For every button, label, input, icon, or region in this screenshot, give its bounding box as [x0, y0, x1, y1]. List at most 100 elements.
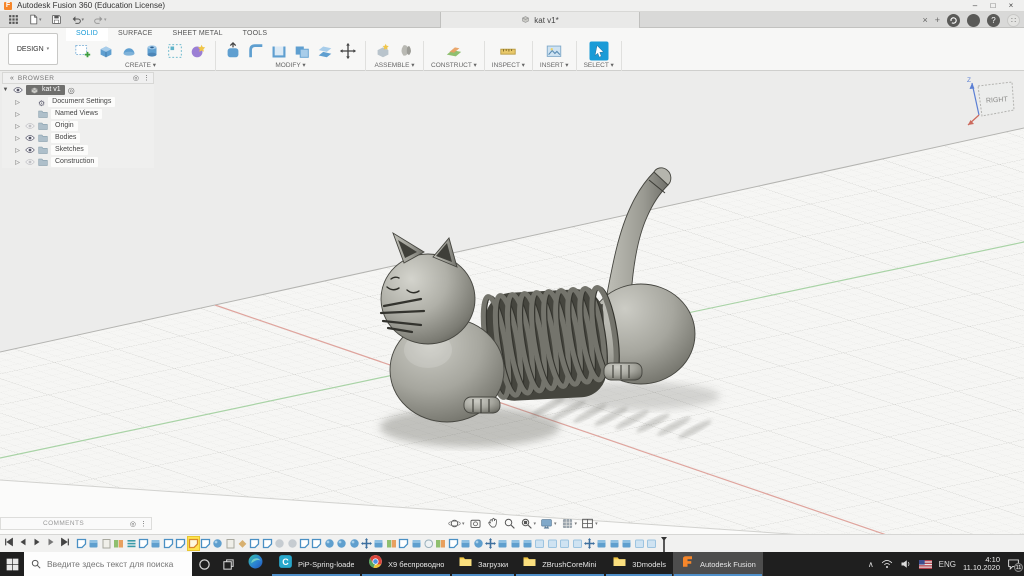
create-form-icon[interactable]: [188, 41, 208, 61]
timeline-feature-doc-3[interactable]: [101, 537, 112, 550]
construction-plane-icon[interactable]: [444, 41, 464, 61]
group-label-insert[interactable]: INSERT ▾: [540, 61, 569, 71]
timeline-feature-light-38[interactable]: [534, 537, 545, 550]
zoom-icon[interactable]: [503, 517, 516, 530]
taskbar-app-chrome[interactable]: X9 беспроводной ...: [361, 552, 451, 576]
expander-icon[interactable]: ▷: [14, 123, 21, 130]
comments-panel[interactable]: COMMENTS ◎ ⋮: [0, 517, 152, 530]
browser-item-construction[interactable]: ▷Construction: [2, 156, 154, 168]
comments-menu-icon[interactable]: ⋮: [140, 520, 147, 528]
look-at-icon[interactable]: [469, 517, 482, 530]
timeline-feature-sphere-12[interactable]: [212, 537, 223, 550]
item-label[interactable]: Named Views: [51, 109, 102, 119]
timeline-feature-move-24[interactable]: [361, 537, 372, 550]
timeline-feature-solid-32[interactable]: [460, 537, 471, 550]
file-new-icon[interactable]: ▾: [28, 14, 42, 25]
item-label[interactable]: Construction: [51, 157, 98, 167]
timeline-feature-sketch-27[interactable]: [398, 537, 409, 550]
item-label[interactable]: Sketches: [51, 145, 88, 155]
timeline-step-forward-button[interactable]: [46, 535, 56, 553]
timeline-feature-sphere-23[interactable]: [349, 537, 360, 550]
timeline-feature-sphere-22[interactable]: [336, 537, 347, 550]
language-label[interactable]: ENG: [939, 560, 956, 569]
timeline-feature-pencil-14[interactable]: [237, 537, 248, 550]
taskbar-search[interactable]: [24, 552, 192, 576]
item-label[interactable]: Bodies: [51, 133, 80, 143]
timeline-feature-solid-35[interactable]: [497, 537, 508, 550]
browser-root-item[interactable]: ▼kat v1◎: [2, 84, 154, 96]
new-tab-icon[interactable]: +: [935, 15, 940, 25]
apps-grid-icon[interactable]: [8, 14, 19, 25]
taskbar-clock[interactable]: 4:10 11.10.2020: [963, 556, 1000, 573]
notification-center-icon[interactable]: 11: [1007, 558, 1020, 570]
timeline-step-back-button[interactable]: [18, 535, 28, 553]
avatar[interactable]: [967, 14, 980, 27]
ribbon-tab-solid[interactable]: SOLID: [66, 28, 108, 41]
timeline-feature-light-46[interactable]: [634, 537, 645, 550]
timeline-skip-start-button[interactable]: [4, 535, 14, 553]
taskbar-app-cura[interactable]: CPiP-Spring-loaded_...: [271, 552, 361, 576]
timeline-feature-sphere-21[interactable]: [324, 537, 335, 550]
expander-icon[interactable]: ▷: [14, 111, 21, 118]
timeline-feature-solid-36[interactable]: [510, 537, 521, 550]
collapse-panel-icon[interactable]: «: [10, 75, 14, 82]
fillet-icon[interactable]: [246, 41, 266, 61]
visibility-eye-icon[interactable]: [24, 158, 35, 166]
timeline-feature-solid-45[interactable]: [621, 537, 632, 550]
start-button[interactable]: [0, 552, 24, 576]
ribbon-tab-sheet-metal[interactable]: SHEET METAL: [162, 28, 232, 41]
select-icon[interactable]: [589, 41, 609, 61]
browser-item-origin[interactable]: ▷Origin: [2, 120, 154, 132]
ground-component-icon[interactable]: ◎: [68, 86, 75, 95]
taskbar-app-edge[interactable]: [240, 552, 271, 576]
timeline-feature-light-41[interactable]: [572, 537, 583, 550]
visibility-eye-icon[interactable]: [12, 86, 23, 94]
redo-icon[interactable]: ▾: [93, 14, 107, 25]
group-label-construct[interactable]: CONSTRUCT ▾: [431, 61, 477, 71]
timeline-feature-solid-7[interactable]: [150, 537, 161, 550]
timeline-feature-lines-5[interactable]: [126, 537, 137, 550]
offset-face-icon[interactable]: [315, 41, 335, 61]
viewports-icon[interactable]: ▾: [581, 517, 598, 530]
timeline-feature-sketch-6[interactable]: [138, 537, 149, 550]
minimize-button[interactable]: –: [966, 1, 984, 10]
timeline-play-button[interactable]: [32, 535, 42, 553]
visibility-eye-icon[interactable]: [24, 122, 35, 130]
view-cube[interactable]: RIGHT Z: [960, 76, 1020, 131]
item-label[interactable]: Document Settings: [48, 97, 115, 107]
timeline-feature-sketch-15[interactable]: [249, 537, 260, 550]
hole-icon[interactable]: [142, 41, 162, 61]
cortana-icon[interactable]: [192, 552, 216, 576]
timeline-feature-sketch-19[interactable]: [299, 537, 310, 550]
visibility-eye-icon[interactable]: [24, 146, 35, 154]
timeline-feature-move-34[interactable]: [485, 537, 496, 550]
taskbar-app-folder[interactable]: Загрузки: [451, 552, 515, 576]
browser-item-named-views[interactable]: ▷ Named Views: [2, 108, 154, 120]
extensions-icon[interactable]: ∷: [1007, 14, 1020, 27]
group-label-inspect[interactable]: INSPECT ▾: [492, 61, 525, 71]
timeline-feature-gray-18[interactable]: [287, 537, 298, 550]
move-copy-icon[interactable]: [338, 41, 358, 61]
insert-image-icon[interactable]: [544, 41, 564, 61]
timeline-skip-end-button[interactable]: [60, 535, 70, 553]
timeline-feature-solid-2[interactable]: [88, 537, 99, 550]
volume-icon[interactable]: [900, 559, 912, 569]
timeline-playhead[interactable]: [660, 536, 668, 552]
tray-chevron-icon[interactable]: ∧: [868, 560, 874, 569]
timeline-feature-sketch-31[interactable]: [448, 537, 459, 550]
grid-settings-icon[interactable]: ▾: [561, 517, 578, 530]
save-icon[interactable]: [51, 14, 62, 25]
orbit-icon[interactable]: ▾: [448, 517, 465, 530]
create-sketch-icon[interactable]: [73, 41, 93, 61]
taskbar-app-folder[interactable]: 3Dmodels: [605, 552, 673, 576]
display-settings-icon[interactable]: ▾: [540, 517, 557, 530]
timeline-feature-light-39[interactable]: [547, 537, 558, 550]
timeline-feature-sketch-20[interactable]: [311, 537, 322, 550]
panel-target-icon[interactable]: ◎: [133, 74, 139, 82]
timeline-feature-solid-43[interactable]: [596, 537, 607, 550]
browser-item-document-settings[interactable]: ▷⚙Document Settings: [2, 96, 154, 108]
taskbar-app-folder[interactable]: ZBrushCoreMini 20...: [515, 552, 605, 576]
ribbon-tab-surface[interactable]: SURFACE: [108, 28, 162, 41]
timeline-feature-doc-13[interactable]: [225, 537, 236, 550]
pan-icon[interactable]: [486, 517, 499, 530]
